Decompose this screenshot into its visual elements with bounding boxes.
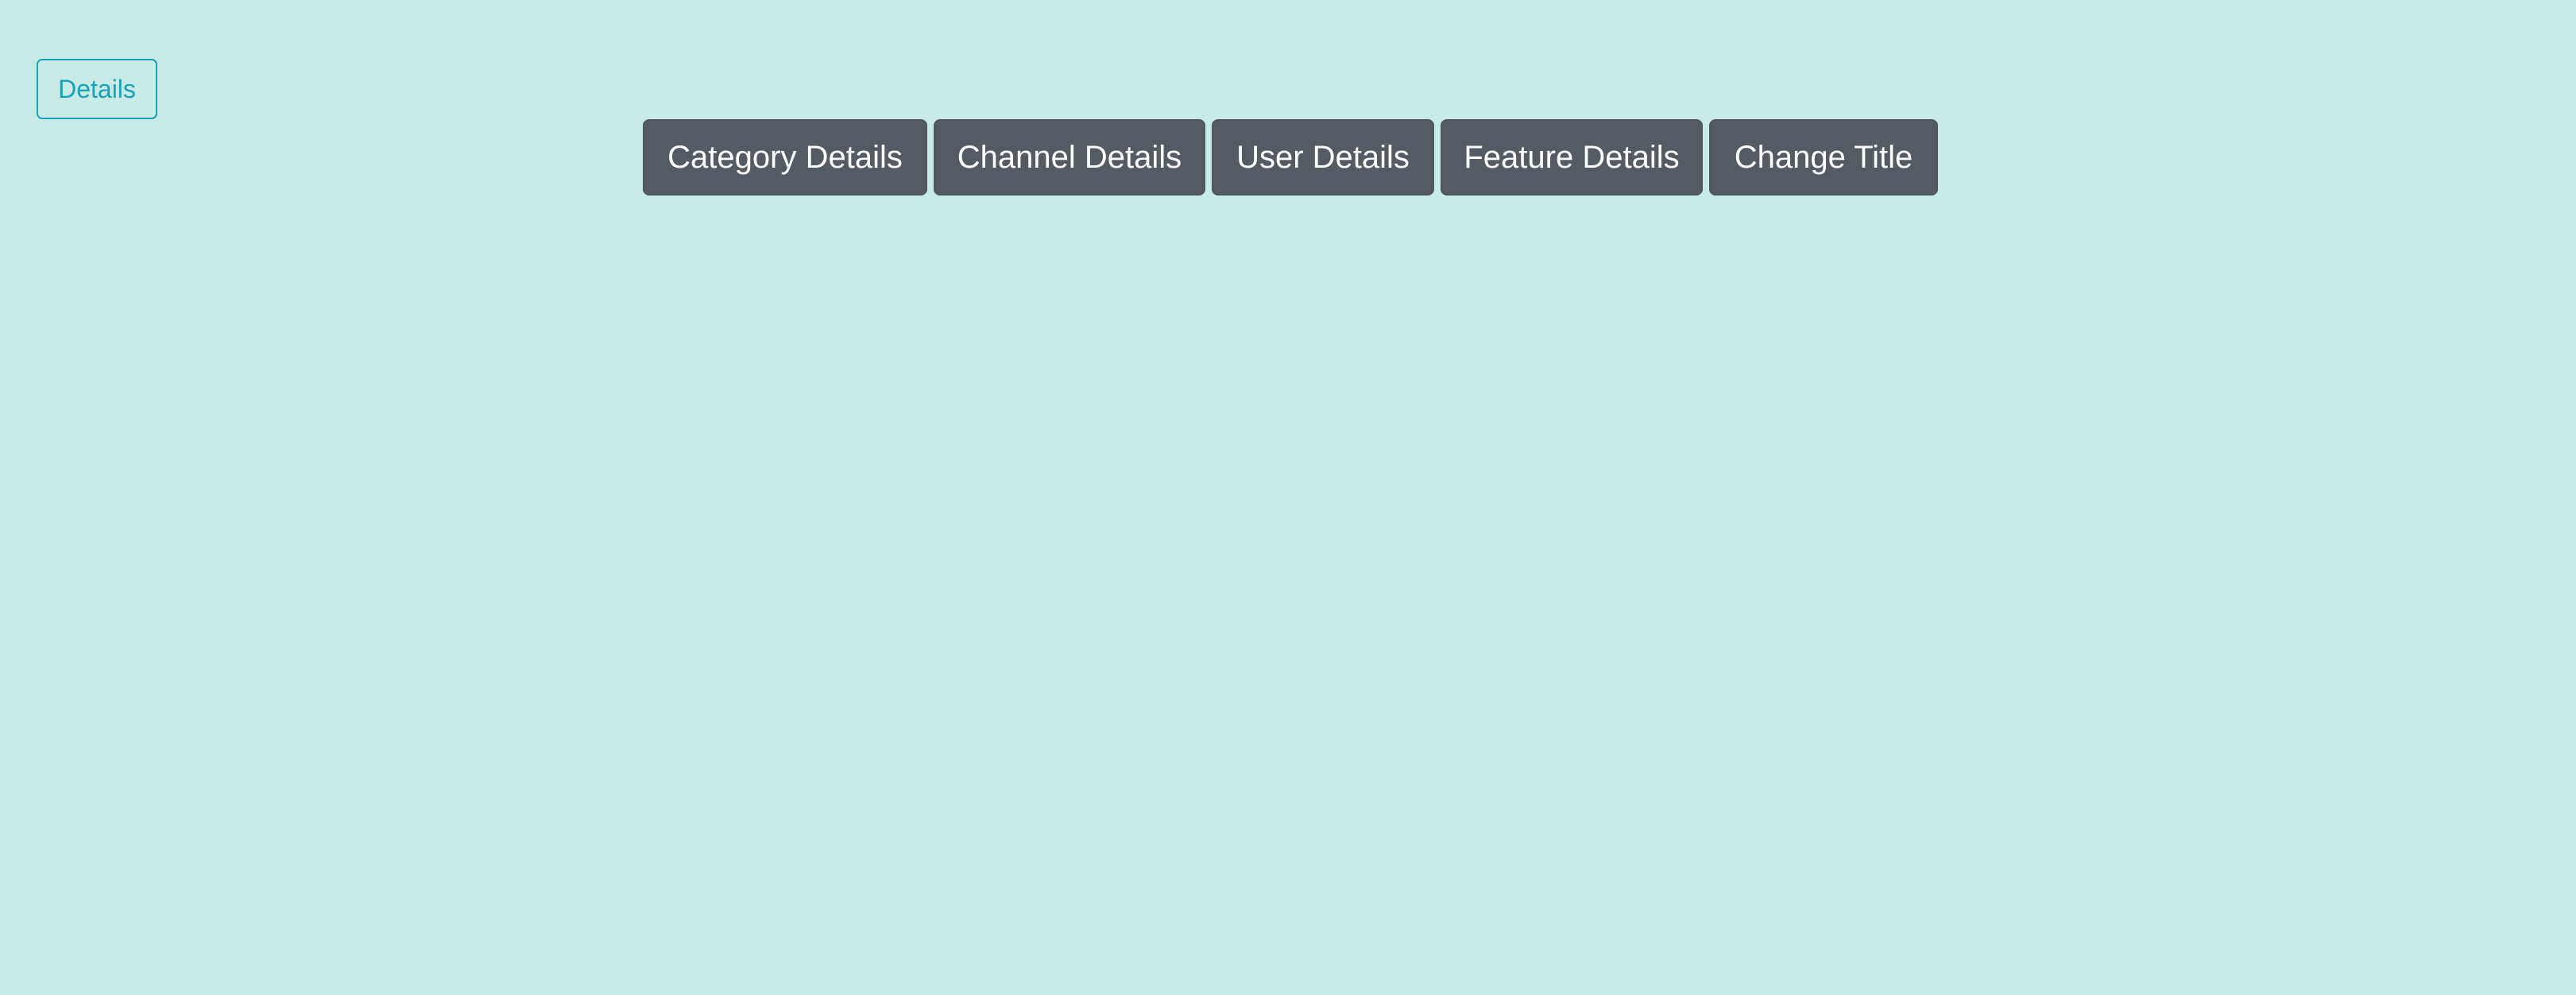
- category-details-button[interactable]: Category Details: [643, 119, 927, 196]
- channel-details-button[interactable]: Channel Details: [934, 119, 1205, 196]
- details-button[interactable]: Details: [37, 59, 157, 119]
- page: Details Category Details Channel Details…: [0, 0, 2576, 995]
- change-title-button[interactable]: Change Title: [1709, 119, 1938, 196]
- feature-details-button[interactable]: Feature Details: [1441, 119, 1703, 196]
- button-toolbar: Category Details Channel Details User De…: [643, 119, 1938, 196]
- user-details-button[interactable]: User Details: [1212, 119, 1434, 196]
